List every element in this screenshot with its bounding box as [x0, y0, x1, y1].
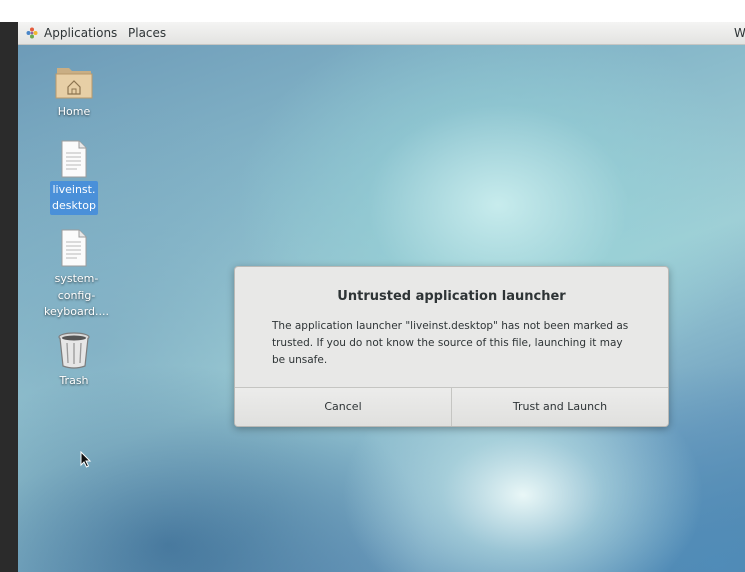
places-menu[interactable]: Places: [128, 22, 166, 44]
desktop-icon-label: Home: [57, 105, 91, 118]
desktop-icon-liveinst[interactable]: liveinst. desktop: [42, 140, 106, 215]
desktop-icon-label: liveinst. desktop: [50, 181, 98, 215]
left-dark-bar: [0, 22, 18, 572]
applications-icon: [26, 27, 38, 39]
home-folder-icon: [55, 68, 93, 99]
trash-icon: [58, 332, 90, 369]
cancel-button[interactable]: Cancel: [235, 388, 451, 426]
desktop-icon-label: Trash: [59, 374, 89, 387]
screen: Applications Places W Home liveinst. des…: [0, 0, 745, 572]
dialog-message: The application launcher "liveinst.deskt…: [272, 320, 629, 366]
dialog-title: Untrusted application launcher: [337, 289, 566, 304]
text-file-icon: [61, 229, 87, 267]
dialog-button-row: Cancel Trust and Launch: [235, 387, 668, 426]
panel-right-truncated-text[interactable]: W: [734, 22, 745, 44]
untrusted-launcher-dialog: Untrusted application launcher The appli…: [234, 266, 669, 427]
mouse-pointer-icon: [80, 451, 92, 468]
desktop-icon-home[interactable]: Home: [42, 62, 106, 121]
applications-menu[interactable]: Applications: [44, 22, 117, 44]
desktop-icon-label: system- config- keyboard....: [44, 272, 110, 318]
trust-and-launch-button[interactable]: Trust and Launch: [451, 388, 668, 426]
top-strip: [0, 0, 745, 22]
text-file-icon: [61, 140, 87, 178]
desktop-icon-trash[interactable]: Trash: [42, 331, 106, 390]
desktop-icon-system-config-keyboard[interactable]: system- config- keyboard....: [42, 229, 109, 322]
top-panel: Applications Places W: [18, 22, 745, 45]
